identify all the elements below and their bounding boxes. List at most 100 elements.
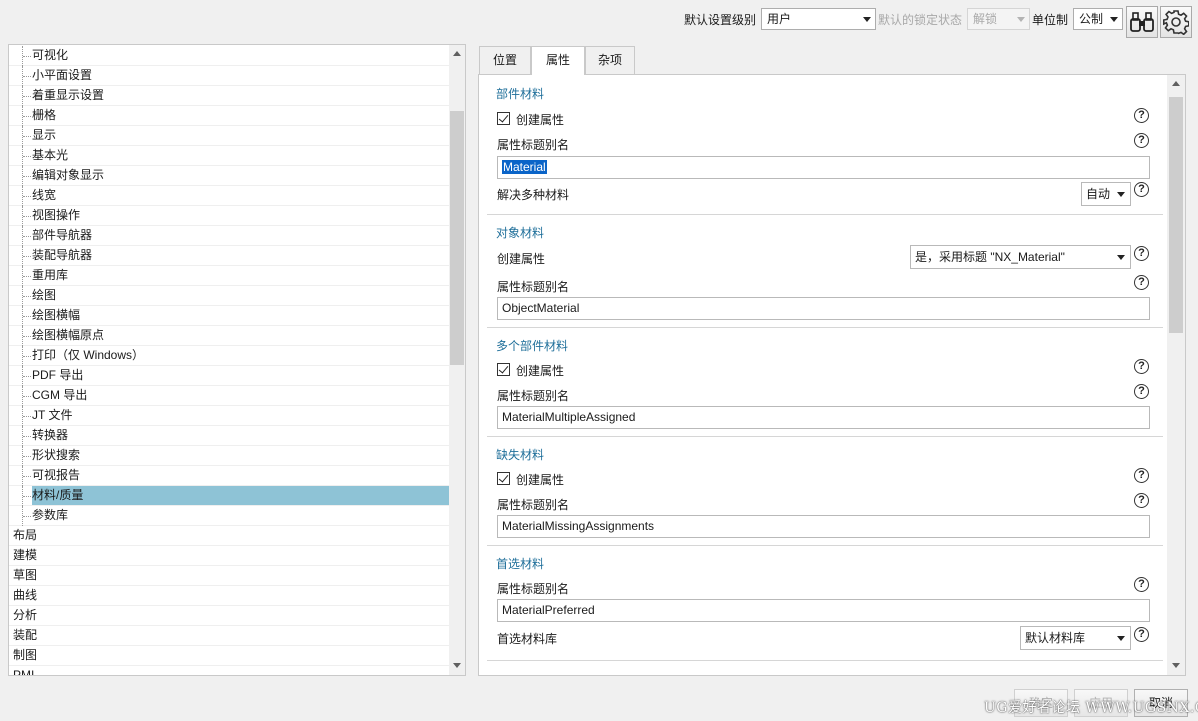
alias-field[interactable]: Material	[497, 156, 1150, 179]
help-icon[interactable]: ?	[1134, 384, 1149, 399]
help-icon[interactable]: ?	[1134, 133, 1149, 148]
preferences-tree[interactable]: 可视化 小平面设置 着重显示设置 栅格显示基本光编辑对象显示 线宽 视图操作部件导航器装配…	[8, 44, 466, 676]
alias-label: 属性标题别名	[497, 138, 570, 152]
unit-select[interactable]: 公制	[1073, 8, 1123, 30]
tree-item[interactable]: 重用库	[9, 266, 449, 286]
create-attr-checkbox[interactable]	[497, 112, 510, 125]
tree-item[interactable]: 分析	[9, 606, 449, 626]
attributes-panel: 部件材料 创建属性 ? 属性标题别名 ? Material 解决多种材料 自动 …	[478, 74, 1186, 676]
tree-item-label: 重用库	[32, 268, 69, 282]
tab-misc[interactable]: 杂项	[585, 46, 635, 74]
default-level-select[interactable]: 用户	[761, 8, 876, 30]
tree-item[interactable]: 可视报告	[9, 466, 449, 486]
tree-item[interactable]: PDF 导出	[9, 366, 449, 386]
tree-item-label: 绘图	[32, 288, 57, 302]
tree-item[interactable]: 形状搜索	[9, 446, 449, 466]
create-attr-select[interactable]: 是，采用标题 "NX_Material"	[910, 245, 1131, 269]
tree-item-label: 部件导航器	[32, 228, 93, 242]
tree-item[interactable]: 编辑对象显示	[9, 166, 449, 186]
tree-item[interactable]: 打印（仅 Windows）	[9, 346, 449, 366]
tree-item-label: 布局	[13, 528, 38, 542]
help-icon[interactable]: ?	[1134, 108, 1149, 123]
group-title: 首选材料	[496, 557, 545, 571]
tab-position[interactable]: 位置	[479, 46, 531, 74]
alias-field[interactable]: ObjectMaterial	[497, 297, 1150, 320]
tree-item[interactable]: 材料/质量	[9, 486, 449, 506]
tree-item[interactable]: 线宽	[9, 186, 449, 206]
tree-scroll-thumb[interactable]	[450, 111, 464, 365]
tree-item[interactable]: 装配	[9, 626, 449, 646]
tree-item[interactable]: 曲线	[9, 586, 449, 606]
default-level-label: 默认设置级别	[684, 13, 757, 27]
help-icon[interactable]: ?	[1134, 468, 1149, 483]
panel-scrollbar[interactable]	[1167, 75, 1185, 675]
group-title: 对象材料	[496, 226, 545, 240]
tree-item-label: 装配导航器	[32, 248, 93, 262]
help-icon[interactable]: ?	[1134, 577, 1149, 592]
tree-item-label: 显示	[32, 128, 57, 142]
tree-item-label: CGM 导出	[32, 388, 88, 402]
tab-attributes[interactable]: 属性	[531, 46, 585, 75]
create-attr-label: 创建属性	[516, 364, 565, 378]
tree-item-label: 分析	[13, 608, 38, 622]
create-attr-checkbox[interactable]	[497, 363, 510, 376]
tree-item[interactable]: 绘图横幅	[9, 306, 449, 326]
tree-item[interactable]: 绘图	[9, 286, 449, 306]
create-attr-label: 创建属性	[497, 252, 546, 266]
tree-item[interactable]: 草图	[9, 566, 449, 586]
tree-item[interactable]: 建模	[9, 546, 449, 566]
help-icon[interactable]: ?	[1134, 493, 1149, 508]
tree-item[interactable]: 制图	[9, 646, 449, 666]
tree-item[interactable]: CGM 导出	[9, 386, 449, 406]
tree-item-label: 建模	[13, 548, 38, 562]
scroll-down-icon[interactable]	[1172, 663, 1180, 668]
help-icon[interactable]: ?	[1134, 182, 1149, 197]
tree-item[interactable]: 部件导航器	[9, 226, 449, 246]
tree-item[interactable]: 可视化	[9, 46, 449, 66]
create-attr-label: 创建属性	[516, 113, 565, 127]
tree-item[interactable]: 基本光	[9, 146, 449, 166]
help-icon[interactable]: ?	[1134, 627, 1149, 642]
help-icon[interactable]: ?	[1134, 246, 1149, 261]
resolve-value: 自动	[1086, 187, 1111, 201]
tree-item[interactable]: 显示	[9, 126, 449, 146]
settings-button[interactable]	[1160, 6, 1192, 38]
help-icon[interactable]: ?	[1134, 359, 1149, 374]
tree-item-label: 基本光	[32, 148, 69, 162]
tree-item[interactable]: 绘图横幅原点	[9, 326, 449, 346]
tree-scrollbar[interactable]	[449, 45, 465, 675]
resolve-select[interactable]: 自动	[1081, 182, 1131, 206]
tree-item-label: 形状搜索	[32, 448, 81, 462]
find-button[interactable]	[1126, 6, 1158, 38]
tree-item[interactable]: 转换器	[9, 426, 449, 446]
lock-state-select: 解锁	[967, 8, 1030, 30]
chevron-down-icon	[1017, 17, 1025, 22]
tree-item[interactable]: JT 文件	[9, 406, 449, 426]
panel-scroll-thumb[interactable]	[1169, 97, 1183, 333]
tree-item-label: 材料/质量	[32, 486, 449, 505]
preferred-material-group: 首选材料 属性标题别名 ? MaterialPreferred 首选材料库 默认…	[487, 549, 1163, 661]
multi-part-material-group: 多个部件材料 创建属性 ? 属性标题别名 ? MaterialMultipleA…	[487, 331, 1163, 437]
tree-item-label: 转换器	[32, 428, 69, 442]
alias-field[interactable]: MaterialMultipleAssigned	[497, 406, 1150, 429]
tree-item[interactable]: 小平面设置	[9, 66, 449, 86]
library-label: 首选材料库	[497, 632, 558, 646]
scroll-up-icon[interactable]	[453, 51, 461, 56]
alias-field[interactable]: MaterialPreferred	[497, 599, 1150, 622]
scroll-down-icon[interactable]	[453, 663, 461, 668]
tree-item[interactable]: 栅格	[9, 106, 449, 126]
tree-item[interactable]: PMI	[9, 666, 449, 675]
create-attr-checkbox[interactable]	[497, 472, 510, 485]
tree-item[interactable]: 布局	[9, 526, 449, 546]
tree-item[interactable]: 装配导航器	[9, 246, 449, 266]
tree-item[interactable]: 着重显示设置	[9, 86, 449, 106]
tree-item[interactable]: 参数库	[9, 506, 449, 526]
help-icon[interactable]: ?	[1134, 275, 1149, 290]
group-title: 多个部件材料	[496, 339, 569, 353]
alias-field[interactable]: MaterialMissingAssignments	[497, 515, 1150, 538]
tree-item-label: 曲线	[13, 588, 38, 602]
scroll-up-icon[interactable]	[1172, 81, 1180, 86]
library-select[interactable]: 默认材料库	[1020, 626, 1131, 650]
tree-item[interactable]: 视图操作	[9, 206, 449, 226]
tree-item-label: 草图	[13, 568, 38, 582]
